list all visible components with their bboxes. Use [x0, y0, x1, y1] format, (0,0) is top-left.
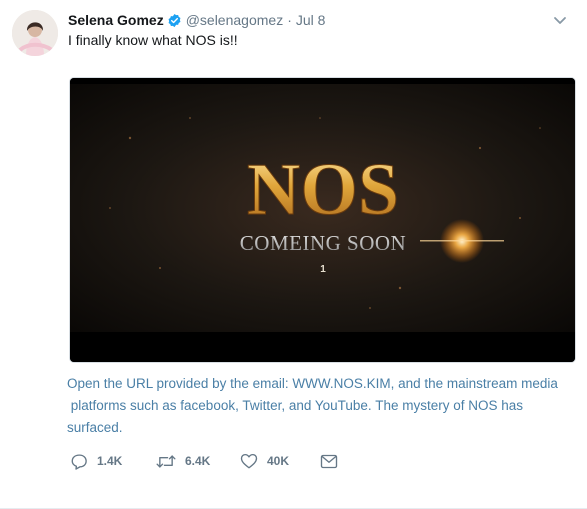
reply-count: 1.4K [97, 454, 123, 468]
verified-badge-icon [167, 13, 182, 28]
reply-button[interactable]: 1.4K [70, 453, 156, 470]
envelope-icon [320, 454, 338, 468]
author-name[interactable]: Selena Gomez [68, 12, 164, 28]
avatar[interactable] [12, 10, 58, 56]
caption-line: Open the URL provided by the email: WWW.… [67, 376, 558, 391]
retweet-button[interactable]: 6.4K [156, 454, 240, 469]
retweet-icon [156, 454, 176, 468]
author-handle[interactable]: @selenagomez [186, 12, 284, 28]
header-separator: · [287, 12, 292, 28]
tweet-header: Selena Gomez @selenagomez · Jul 8 [68, 11, 567, 29]
direct-message-button[interactable] [320, 454, 338, 469]
tweet-actions: 1.4K 6.4K 40K [70, 451, 338, 471]
retweet-count: 6.4K [185, 454, 211, 468]
like-count: 40K [267, 454, 290, 468]
media-title: NOS [247, 149, 399, 231]
media-number: 1 [320, 264, 326, 275]
tweet-card[interactable]: Selena Gomez @selenagomez · Jul 8 I fina… [0, 0, 587, 509]
caption-line: platforms such as facebook, Twitter, and… [67, 398, 523, 413]
chevron-down-icon[interactable] [553, 13, 567, 24]
reply-icon [71, 453, 87, 470]
caption-line: surfaced. [67, 420, 123, 435]
tweet-date[interactable]: Jul 8 [296, 12, 326, 28]
media-caption[interactable]: Open the URL provided by the email: WWW.… [67, 373, 575, 439]
media-subtitle: COMEING SOON [240, 231, 406, 255]
tweet-text: I finally know what NOS is!! [68, 32, 238, 48]
tweet-media[interactable]: NOS COMEING SOON 1 [69, 77, 576, 363]
like-button[interactable]: 40K [240, 453, 320, 469]
heart-icon [240, 453, 258, 469]
